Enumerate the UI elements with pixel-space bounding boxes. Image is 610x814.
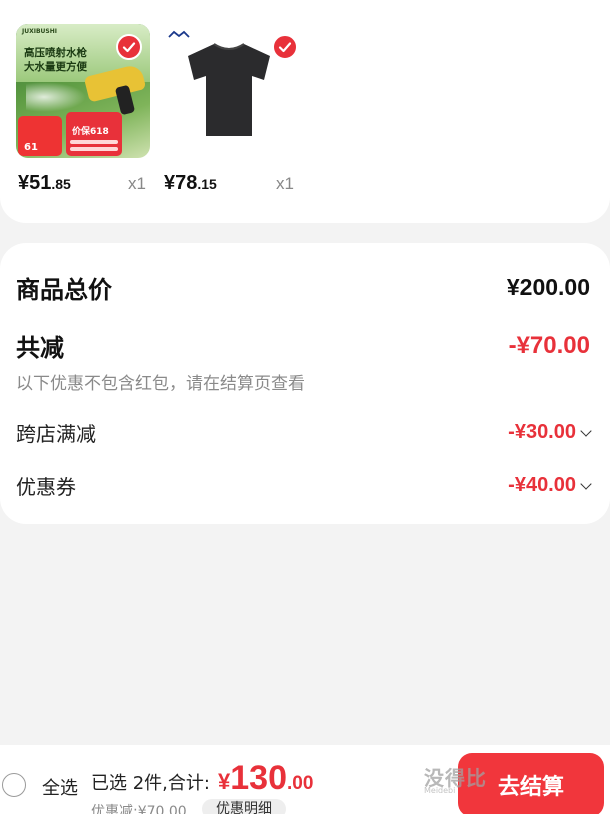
coupon-value: -¥40.00 <box>508 474 576 496</box>
total-reduction-row: 共减 -¥70.00 <box>16 328 590 363</box>
product-brand-text: JUXIBUSHI <box>22 28 57 35</box>
cross-store-discount-value: -¥30.00 <box>508 421 576 443</box>
total-reduction-label: 共减 <box>16 334 64 362</box>
selected-count-text: 已选 2件,合计: <box>91 773 210 794</box>
product-quantity: x1 <box>128 174 146 193</box>
total-price-value: ¥200.00 <box>506 274 590 300</box>
cross-store-discount-row[interactable]: 跨店满减 -¥30.00 <box>16 418 592 447</box>
chevron-down-icon[interactable] <box>580 477 592 490</box>
grand-total: ¥130.00 <box>218 759 314 797</box>
checkout-button-label: 去结算 <box>497 775 564 800</box>
discount-detail-button[interactable]: 优惠明细 <box>202 799 286 814</box>
tshirt-icon <box>188 43 270 136</box>
promo-badge: 61 <box>18 116 62 156</box>
discount-note: 以下优惠不包含红包，请在结算页查看 <box>16 374 305 394</box>
price-protect-badge: 价保618 <box>66 112 122 156</box>
product-image-caption: 高压喷射水枪 大水量更方便 <box>24 47 87 73</box>
discount-summary-text: 优惠减:¥70.00 <box>91 804 187 814</box>
chevron-down-icon[interactable] <box>580 424 592 437</box>
product-price: ¥51.85 <box>18 172 71 194</box>
selected-check-icon[interactable] <box>116 34 142 60</box>
total-price-row: 商品总价 ¥200.00 <box>16 270 590 305</box>
product-thumbnail[interactable] <box>162 24 296 158</box>
watermark-sub: Meidebi <box>424 786 456 795</box>
select-all-radio[interactable] <box>2 773 26 797</box>
checkout-bar: 全选 已选 2件,合计: ¥130.00 优惠减:¥70.00 优惠明细 去结算 <box>0 745 610 814</box>
product-price: ¥78.15 <box>164 172 217 194</box>
cart-products-card: JUXIBUSHI 高压喷射水枪 大水量更方便 61 价保618 ¥51.85 … <box>0 0 610 223</box>
mizuno-logo-icon <box>168 30 190 38</box>
product-thumbnail[interactable]: JUXIBUSHI 高压喷射水枪 大水量更方便 61 价保618 <box>16 24 150 158</box>
cart-item-tshirt[interactable]: ¥78.15 x1 <box>162 24 296 194</box>
cart-item-water-gun[interactable]: JUXIBUSHI 高压喷射水枪 大水量更方便 61 价保618 ¥51.85 … <box>16 24 150 194</box>
total-reduction-value: -¥70.00 <box>508 331 590 359</box>
coupon-row[interactable]: 优惠券 -¥40.00 <box>16 471 592 500</box>
cross-store-discount-label: 跨店满减 <box>16 422 96 446</box>
selected-check-icon[interactable] <box>272 34 296 60</box>
coupon-label: 优惠券 <box>16 475 76 499</box>
select-all-label[interactable]: 全选 <box>42 774 78 800</box>
product-quantity: x1 <box>276 174 294 193</box>
total-price-label: 商品总价 <box>16 276 112 304</box>
